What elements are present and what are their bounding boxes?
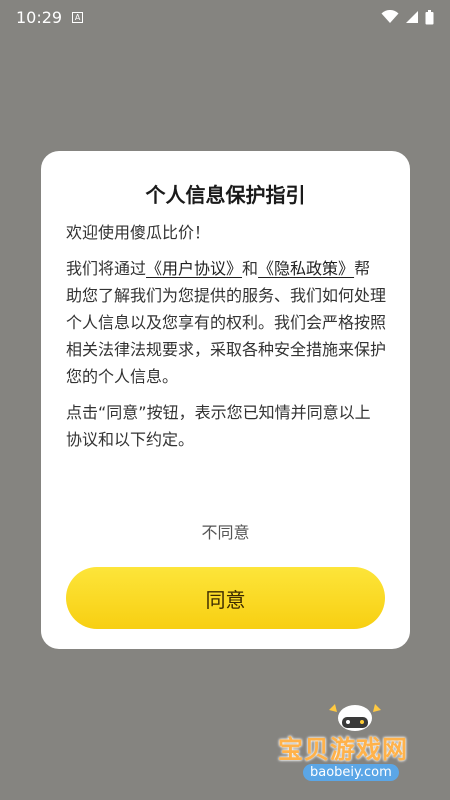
watermark-text: 宝贝游戏网 — [278, 735, 409, 764]
watermark-logo — [329, 704, 381, 731]
agreement-paragraph: 我们将通过《用户协议》和《隐私政策》帮助您了解我们为您提供的服务、我们如何处理个… — [66, 255, 386, 390]
privacy-policy-link[interactable]: 《隐私政策》 — [258, 259, 354, 278]
dialog-title: 个人信息保护指引 — [145, 183, 306, 207]
decline-button[interactable]: 不同意 — [41, 519, 410, 543]
welcome-text: 欢迎使用傻瓜比价！ — [66, 223, 211, 242]
user-agreement-link[interactable]: 《用户协议》 — [146, 259, 242, 278]
notification-icon: A — [72, 11, 84, 23]
signal-icon — [406, 11, 418, 23]
battery-icon — [425, 9, 434, 24]
watermark-url: baobeiy.com — [303, 764, 399, 781]
wifi-icon — [381, 10, 399, 23]
dialog-content[interactable]: 欢迎使用傻瓜比价！ 我们将通过《用户协议》和《隐私政策》帮助您了解我们为您提供的… — [66, 219, 386, 487]
status-icons — [381, 9, 434, 25]
consent-paragraph: 点击“同意”按钮，表示您已知情并同意以上协议和以下约定。 — [66, 403, 371, 449]
status-time: 10:29 — [16, 7, 63, 27]
scroll-fade — [66, 447, 386, 487]
para1-suffix: 帮助您了解我们为您提供的服务、我们如何处理个人信息以及您享有的权利。我们会严格按… — [66, 259, 386, 386]
status-bar: 10:29 A — [0, 0, 450, 34]
agree-button[interactable]: 同意 — [66, 567, 385, 629]
para1-and: 和 — [242, 259, 259, 278]
para1-prefix: 我们将通过 — [66, 259, 147, 278]
privacy-dialog: 个人信息保护指引 欢迎使用傻瓜比价！ 我们将通过《用户协议》和《隐私政策》帮助您… — [41, 151, 410, 649]
watermark: 宝贝游戏网 baobeiy.com — [270, 700, 440, 790]
